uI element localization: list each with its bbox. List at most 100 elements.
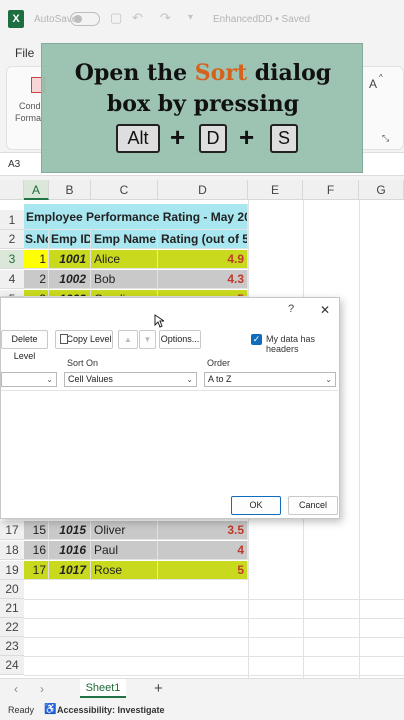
- cell-sno[interactable]: 2: [24, 270, 49, 289]
- row-header-23[interactable]: 23: [0, 637, 24, 656]
- column-header-d[interactable]: D: [158, 180, 248, 200]
- cell-emp-id[interactable]: 1015: [49, 521, 91, 540]
- chevron-down-icon: ⌄: [46, 375, 53, 384]
- move-down-button[interactable]: ▼: [139, 330, 156, 349]
- font-size-up-icon: ^: [379, 73, 383, 82]
- tutorial-caption: Open the Sort dialog box by pressing: [41, 43, 363, 173]
- cell-sno[interactable]: 17: [24, 561, 49, 580]
- name-box[interactable]: A3: [4, 156, 40, 173]
- row-header-2[interactable]: 2: [0, 230, 24, 249]
- cell-sno[interactable]: 3: [24, 290, 49, 297]
- chevron-down-icon: ⌄: [186, 375, 193, 384]
- column-header-e[interactable]: E: [248, 180, 303, 200]
- row-header-1[interactable]: 1: [0, 210, 24, 230]
- sheet-nav-next-icon[interactable]: ›: [40, 682, 44, 696]
- mouse-cursor-icon: [154, 314, 164, 328]
- row-header-24[interactable]: 24: [0, 656, 24, 675]
- order-select[interactable]: A to Z ⌄: [204, 372, 336, 387]
- cell-sno[interactable]: 15: [24, 521, 49, 540]
- header-emp-id[interactable]: Emp ID: [49, 230, 91, 249]
- row-header-5[interactable]: 5: [0, 290, 24, 297]
- copy-level-label: Copy Level: [66, 334, 112, 344]
- caption-text: Open the: [74, 60, 195, 86]
- table-title[interactable]: Employee Performance Rating - May 2024: [24, 204, 248, 230]
- select-all-corner[interactable]: [0, 180, 24, 200]
- title-bar: X AutoSave ▢ ↶ ↷ ▾ EnhancedDD • Saved: [0, 0, 404, 38]
- cell-rating[interactable]: 3.5: [158, 521, 248, 540]
- cell-emp-name[interactable]: Alice: [91, 250, 158, 269]
- add-sheet-button[interactable]: +: [154, 680, 163, 697]
- column-header-g[interactable]: G: [359, 180, 404, 200]
- conditional-formatting-label-2[interactable]: Forma: [15, 113, 41, 123]
- column-header-a[interactable]: A: [24, 180, 49, 200]
- document-title: EnhancedDD • Saved: [213, 14, 310, 25]
- sort-on-select[interactable]: Cell Values ⌄: [64, 372, 197, 387]
- cell-rating[interactable]: 4.3: [158, 270, 248, 289]
- row-header-22[interactable]: 22: [0, 618, 24, 637]
- row-header-18[interactable]: 18: [0, 541, 24, 560]
- cell-emp-id[interactable]: 1016: [49, 541, 91, 560]
- column-header-b[interactable]: B: [49, 180, 91, 200]
- row-header-19[interactable]: 19: [0, 561, 24, 580]
- cell-emp-name[interactable]: Rose: [91, 561, 158, 580]
- cell-rating[interactable]: 5: [158, 290, 248, 297]
- autosave-toggle[interactable]: [70, 12, 100, 26]
- cell-sno[interactable]: 16: [24, 541, 49, 560]
- conditional-formatting-label-1[interactable]: Condi: [19, 101, 43, 111]
- plus-sign: +: [239, 122, 255, 152]
- column-header-f[interactable]: F: [303, 180, 359, 200]
- sort-dialog: ? ✕ Delete Level Copy Level ▲ ▼ Options.…: [0, 297, 340, 519]
- accessibility-icon[interactable]: ♿: [44, 704, 56, 715]
- sheet-tab-bar: ‹ › Sheet1 +: [0, 678, 404, 700]
- font-size-icon[interactable]: A: [369, 77, 377, 91]
- cell-emp-name[interactable]: Oliver: [91, 521, 158, 540]
- dialog-launcher-icon[interactable]: ⤡: [382, 133, 389, 144]
- cell-emp-id[interactable]: 1017: [49, 561, 91, 580]
- header-rating[interactable]: Rating (out of 5): [158, 230, 248, 249]
- sort-levels-list[interactable]: [1, 390, 338, 490]
- cell-rating[interactable]: 4.9: [158, 250, 248, 269]
- gridline: [24, 618, 404, 619]
- has-headers-checkbox[interactable]: ✓: [251, 334, 262, 345]
- row-header-3[interactable]: 3: [0, 250, 24, 269]
- row-header-21[interactable]: 21: [0, 599, 24, 618]
- cell-emp-id[interactable]: 1001: [49, 250, 91, 269]
- help-button[interactable]: ?: [288, 303, 294, 315]
- sheet-tab-sheet1[interactable]: Sheet1: [80, 679, 126, 698]
- undo-icon[interactable]: ↶: [132, 10, 143, 26]
- row-header-20[interactable]: 20: [0, 580, 24, 599]
- row-header-17[interactable]: 17: [0, 521, 24, 540]
- order-label: Order: [207, 358, 231, 368]
- cell-sno[interactable]: 1: [24, 250, 49, 269]
- copy-level-button[interactable]: Copy Level: [55, 330, 113, 349]
- cell-rating[interactable]: 5: [158, 561, 248, 580]
- cell-emp-id[interactable]: 1003: [49, 290, 91, 297]
- cell-emp-name[interactable]: Paul: [91, 541, 158, 560]
- column-header-c[interactable]: C: [91, 180, 158, 200]
- plus-sign: +: [170, 122, 186, 152]
- save-icon[interactable]: ▢: [110, 10, 122, 26]
- redo-icon[interactable]: ↷: [160, 10, 171, 26]
- header-emp-name[interactable]: Emp Name: [91, 230, 158, 249]
- key-d: D: [199, 124, 227, 153]
- sheet-nav-prev-icon[interactable]: ‹: [14, 682, 18, 696]
- tab-file[interactable]: File: [15, 46, 34, 60]
- cell-emp-id[interactable]: 1002: [49, 270, 91, 289]
- cell-rating[interactable]: 4: [158, 541, 248, 560]
- cancel-button[interactable]: Cancel: [288, 496, 338, 515]
- gridline: [24, 656, 404, 657]
- cell-emp-name[interactable]: Bob: [91, 270, 158, 289]
- accessibility-status[interactable]: Accessibility: Investigate: [57, 705, 165, 715]
- close-button[interactable]: ✕: [320, 303, 330, 317]
- cell-emp-name[interactable]: Caroline: [91, 290, 158, 297]
- move-up-button[interactable]: ▲: [118, 330, 138, 349]
- customize-toolbar-icon[interactable]: ▾: [188, 12, 193, 23]
- ok-button[interactable]: OK: [231, 496, 281, 515]
- options-button[interactable]: Options...: [159, 330, 201, 349]
- caption-accent: Sort: [194, 60, 248, 86]
- delete-level-button[interactable]: Delete Level: [1, 330, 48, 361]
- sort-by-column-select[interactable]: ⌄: [1, 372, 57, 387]
- header-sno[interactable]: S.No: [24, 230, 49, 249]
- has-headers-label[interactable]: My data has headers: [266, 334, 339, 354]
- row-header-4[interactable]: 4: [0, 270, 24, 289]
